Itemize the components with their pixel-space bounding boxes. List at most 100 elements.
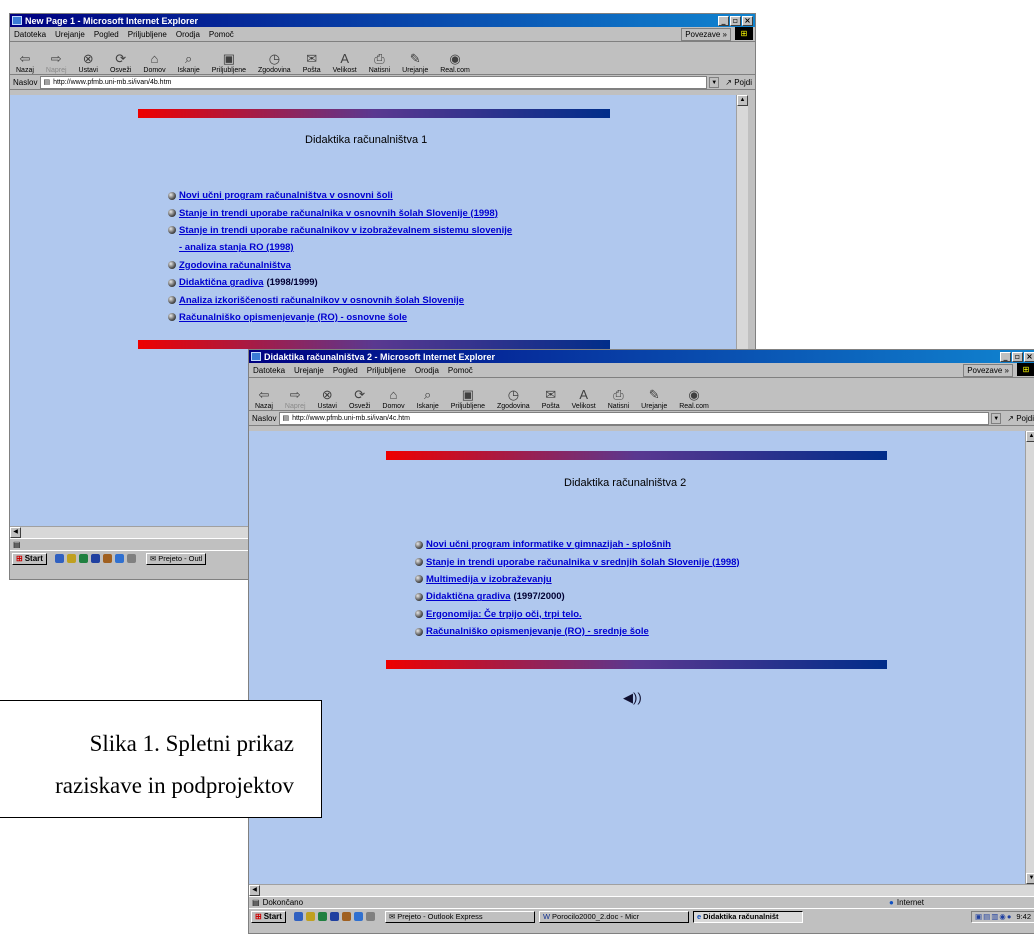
taskbar-item-outlook[interactable]: ✉ Prejeto - Outl [145,552,207,565]
toolbar-button-osve-i[interactable]: ⟳ Osveži [349,387,370,410]
toolbar-button-iskanje[interactable]: ⌕ Iskanje [417,387,439,410]
toolbar-button-po-ta[interactable]: ✉ Pošta [542,387,560,410]
scroll-up-button[interactable]: ▲ [1026,431,1034,442]
quicklaunch-media-icon[interactable] [90,554,100,563]
page-link[interactable]: Novi učni program računalništva v osnovn… [179,190,393,201]
menu-favorites[interactable]: Priljubljene [367,366,406,375]
window-title: New Page 1 - Microsoft Internet Explorer [25,15,199,26]
mail-icon: ✉ [306,51,318,66]
quicklaunch-search-icon[interactable] [54,554,64,563]
quicklaunch-media-icon[interactable] [329,912,339,921]
toolbar-button-label: Zgodovina [497,403,530,410]
history-icon: ◷ [268,51,281,66]
go-button[interactable]: ↗ Pojdi [725,78,752,87]
toolbar-button-velikost[interactable]: A Velikost [572,387,596,410]
page-link[interactable]: Stanje in trendi uporabe računalnikov v … [179,225,512,236]
menu-help[interactable]: Pomoč [448,366,473,375]
page-link[interactable]: Stanje in trendi uporabe računalnika v s… [426,557,740,568]
toolbar-button-real-com[interactable]: ◉ Real.com [679,387,709,410]
toolbar-button-ustavi[interactable]: ⊗ Ustavi [79,51,98,74]
quicklaunch-help-icon[interactable] [305,912,315,921]
menu-file[interactable]: Datoteka [253,366,285,375]
address-input[interactable]: ▤ http://www.pfmb.uni-mb.si/ivan/4b.htm [40,75,708,89]
quicklaunch-edit-icon[interactable] [341,912,351,921]
toolbar-button-po-ta[interactable]: ✉ Pošta [303,51,321,74]
page-link[interactable]: Novi učni program informatike v gimnazij… [426,539,671,550]
quicklaunch-desktop-icon[interactable] [126,554,136,563]
scroll-down-button[interactable]: ▼ [1026,873,1034,884]
horizontal-scrollbar[interactable]: ◀ [249,884,1034,896]
links-button[interactable]: Povezave » [963,364,1013,377]
close-button[interactable]: × [742,15,753,26]
menu-tools[interactable]: Orodja [176,30,200,39]
toolbar-button-velikost[interactable]: A Velikost [333,51,357,74]
start-button[interactable]: ⊞ Start [12,552,47,565]
toolbar-button-natisni[interactable]: ⎙ Natisni [608,387,629,410]
taskbar-item-outlook[interactable]: ✉ Prejeto - Outlook Express [384,910,535,923]
toolbar-button-real-com[interactable]: ◉ Real.com [440,51,470,74]
minimize-button[interactable]: _ [1000,351,1011,362]
page-link[interactable]: Ergonomija: Če trpijo oči, trpi telo. [426,609,582,620]
page-link[interactable]: Zgodovina računalništva [179,260,291,271]
toolbar-button-domov[interactable]: ⌂ Domov [382,387,404,410]
quicklaunch-search-icon[interactable] [293,912,303,921]
page-link[interactable]: Didaktična gradiva [426,591,510,602]
scroll-up-button[interactable]: ▲ [737,95,748,106]
menu-help[interactable]: Pomoč [209,30,234,39]
quicklaunch-edit-icon[interactable] [102,554,112,563]
page-link[interactable]: Didaktična gradiva [179,277,263,288]
page-link[interactable]: Multimedija v izobraževanju [426,574,552,585]
menu-tools[interactable]: Orodja [415,366,439,375]
quicklaunch-help-icon[interactable] [66,554,76,563]
toolbar-button-ustavi[interactable]: ⊗ Ustavi [318,387,337,410]
toolbar-button-natisni[interactable]: ⎙ Natisni [369,51,390,74]
quicklaunch-ie-icon[interactable] [353,912,363,921]
quicklaunch-outlook-icon[interactable] [78,554,88,563]
toolbar-button-zgodovina[interactable]: ◷ Zgodovina [497,387,530,410]
address-dropdown-button[interactable]: ▼ [991,412,1002,424]
menu-view[interactable]: Pogled [94,30,119,39]
taskbar-item-word[interactable]: W Porocilo2000_2.doc - Micr [538,910,689,923]
speaker-icon[interactable]: ◀)) [623,690,642,706]
toolbar-button-naprej[interactable]: ⇨ Naprej [46,51,67,74]
page-link[interactable]: Računalniško opismenjevanje (RO) - sredn… [426,626,649,637]
address-dropdown-button[interactable]: ▼ [709,76,720,88]
title-bar[interactable]: New Page 1 - Microsoft Internet Explorer… [10,14,755,27]
page-link[interactable]: Analiza izkoriščenosti računalnikov v os… [179,295,464,306]
toolbar-button-urejanje[interactable]: ✎ Urejanje [641,387,667,410]
menu-view[interactable]: Pogled [333,366,358,375]
scroll-left-button[interactable]: ◀ [10,527,21,538]
toolbar-button-domov[interactable]: ⌂ Domov [143,51,165,74]
taskbar-item-ie[interactable]: e Didaktika računalništ [692,910,803,923]
quicklaunch-outlook-icon[interactable] [317,912,327,921]
quicklaunch-desktop-icon[interactable] [365,912,375,921]
scroll-left-button[interactable]: ◀ [249,885,260,896]
close-button[interactable]: × [1024,351,1034,362]
toolbar-button-nazaj[interactable]: ⇦ Nazaj [255,387,273,410]
menu-edit[interactable]: Urejanje [294,366,324,375]
toolbar-button-urejanje[interactable]: ✎ Urejanje [402,51,428,74]
go-button[interactable]: ↗ Pojdi [1007,414,1034,423]
toolbar-button-iskanje[interactable]: ⌕ Iskanje [178,51,200,74]
start-button[interactable]: ⊞ Start [251,910,286,923]
maximize-button[interactable]: ▫ [730,15,741,26]
toolbar-button-priljubljene[interactable]: ▣ Priljubljene [212,51,246,74]
menu-file[interactable]: Datoteka [14,30,46,39]
menu-edit[interactable]: Urejanje [55,30,85,39]
title-bar[interactable]: Didaktika računalništva 2 - Microsoft In… [249,350,1034,363]
toolbar-button-zgodovina[interactable]: ◷ Zgodovina [258,51,291,74]
page-link[interactable]: Stanje in trendi uporabe računalnika v o… [179,208,498,219]
minimize-button[interactable]: _ [718,15,729,26]
links-button[interactable]: Povezave » [681,28,731,41]
vertical-scrollbar[interactable]: ▲ ▼ [1025,431,1034,884]
toolbar-button-naprej[interactable]: ⇨ Naprej [285,387,306,410]
quicklaunch-ie-icon[interactable] [114,554,124,563]
maximize-button[interactable]: ▫ [1012,351,1023,362]
address-input[interactable]: ▤ http://www.pfmb.uni-mb.si/ivan/4c.htm [279,411,990,425]
page-link[interactable]: Računalniško opismenjevanje (RO) - osnov… [179,312,407,323]
toolbar-button-osve-i[interactable]: ⟳ Osveži [110,51,131,74]
toolbar-button-priljubljene[interactable]: ▣ Priljubljene [451,387,485,410]
page-link-continuation[interactable]: - analiza stanja RO (1998) [179,242,294,253]
toolbar-button-nazaj[interactable]: ⇦ Nazaj [16,51,34,74]
menu-favorites[interactable]: Priljubljene [128,30,167,39]
